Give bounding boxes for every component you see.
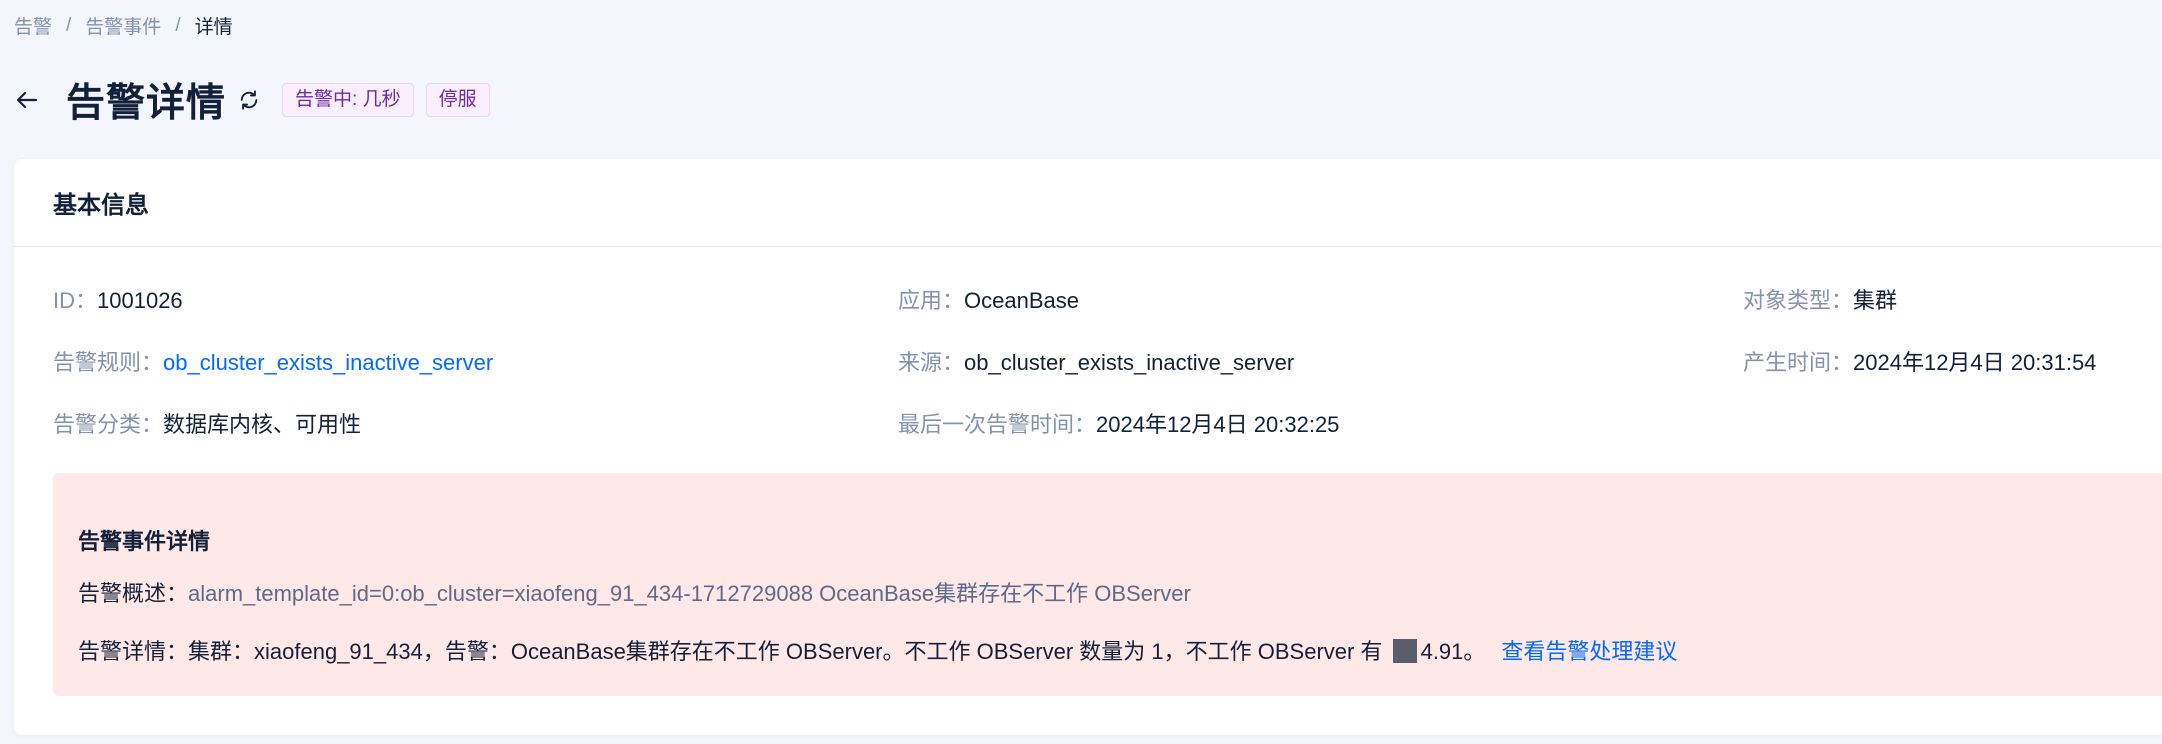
breadcrumb-alarm[interactable]: 告警 [14,12,52,39]
alarm-summary-value: alarm_template_id=0:ob_cluster=xiaofeng_… [188,581,1191,606]
alarm-detail-value-tail: 4.91。 [1420,639,1486,664]
page-header: 告警详情 告警中: 几秒 停服 [14,76,490,125]
info-last-alarm-label: 最后一次告警时间： [898,412,1097,437]
breadcrumb-alarm-events[interactable]: 告警事件 [85,12,161,39]
card-title: 基本信息 [53,192,149,219]
info-id: ID：1001026 [53,286,183,316]
info-object-type-label: 对象类型： [1743,288,1854,313]
view-handling-advice-link[interactable]: 查看告警处理建议 [1501,639,1677,664]
alarm-summary-label: 告警概述： [78,581,189,606]
breadcrumb-separator: / [175,14,181,36]
info-object-type-value: 集群 [1853,288,1898,313]
info-app-label: 应用： [898,288,965,313]
info-source: 来源：ob_cluster_exists_inactive_server [898,348,1294,378]
info-row: ID：1001026 应用：OceanBase 对象类型：集群 [53,286,2162,316]
info-category-value: 数据库内核、可用性 [163,412,362,437]
info-id-label: ID： [53,288,98,313]
alarm-summary: 告警概述：alarm_template_id=0:ob_cluster=xiao… [78,579,1191,609]
alarm-event-detail-title: 告警事件详情 [78,529,211,554]
info-source-label: 来源： [898,350,965,375]
info-app: 应用：OceanBase [898,286,1079,316]
info-app-value: OceanBase [964,288,1079,313]
info-rule: 告警规则：ob_cluster_exists_inactive_server [53,348,493,378]
info-created-at-value: 2024年12月4日 20:31:54 [1853,350,2097,375]
info-category-label: 告警分类： [53,412,164,437]
info-row: 告警规则：ob_cluster_exists_inactive_server 来… [53,348,2162,378]
alarm-event-detail-box: 告警事件详情 告警概述：alarm_template_id=0:ob_clust… [53,473,2162,696]
info-id-value: 1001026 [97,288,183,313]
info-rule-label: 告警规则： [53,350,164,375]
info-row: 告警分类：数据库内核、可用性 最后一次告警时间：2024年12月4日 20:32… [53,410,2162,440]
alarm-status-badge: 告警中: 几秒 [282,83,414,117]
basic-info-card: 基本信息 ID：1001026 应用：OceanBase 对象类型：集群 告警规… [14,159,2162,735]
service-stop-badge: 停服 [425,83,490,117]
card-header: 基本信息 [14,159,2162,247]
refresh-icon[interactable] [236,87,262,113]
info-created-at: 产生时间：2024年12月4日 20:31:54 [1743,348,2096,378]
info-rule-link[interactable]: ob_cluster_exists_inactive_server [163,350,493,375]
info-created-at-label: 产生时间： [1743,350,1854,375]
info-category: 告警分类：数据库内核、可用性 [53,410,361,440]
breadcrumb-current: 详情 [194,17,233,38]
info-object-type: 对象类型：集群 [1743,286,1897,316]
info-last-alarm-value: 2024年12月4日 20:32:25 [1096,412,1340,437]
alarm-detail-value: 集群：xiaofeng_91_434，告警：OceanBase集群存在不工作 O… [188,639,1389,664]
arrow-left-icon[interactable] [14,87,40,113]
info-last-alarm: 最后一次告警时间：2024年12月4日 20:32:25 [898,410,1339,440]
page-title: 告警详情 [66,82,227,125]
breadcrumb: 告警 / 告警事件 / 详情 [14,12,233,39]
info-source-value: ob_cluster_exists_inactive_server [964,350,1295,375]
alarm-detail-label: 告警详情： [78,639,189,664]
redacted-block [1392,639,1417,663]
breadcrumb-separator: / [66,14,72,36]
alarm-detail: 告警详情：集群：xiaofeng_91_434，告警：OceanBase集群存在… [78,637,1677,667]
